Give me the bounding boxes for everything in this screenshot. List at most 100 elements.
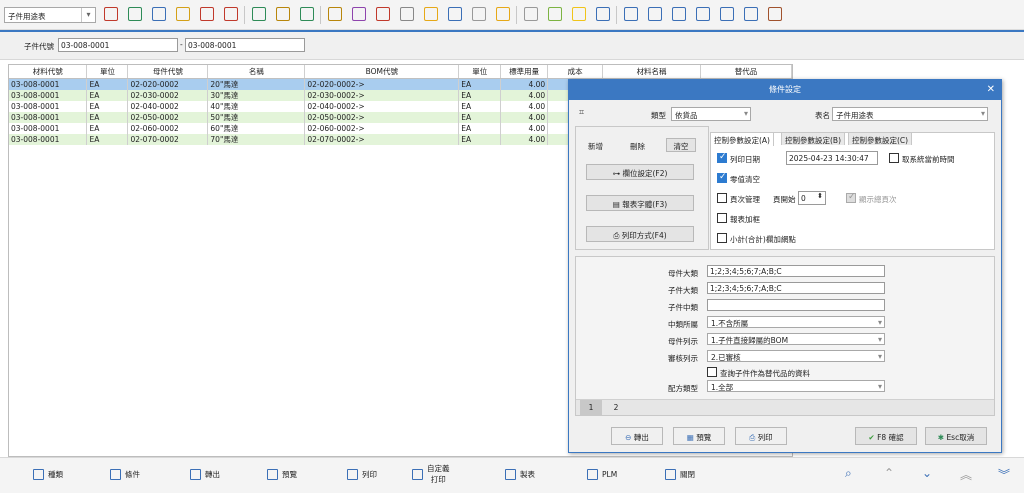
table-name-select[interactable]: 子件用途表 ▾ [832,107,988,121]
child-code-to-input[interactable]: 03-008-0001 [185,38,305,52]
users-icon[interactable] [352,7,366,21]
column-settings-button[interactable]: ⊶ 欄位設定(F2) [586,164,694,180]
column-header[interactable]: 材料代號 [9,65,88,79]
refresh-icon[interactable] [672,7,686,21]
page-manage-checkbox[interactable] [717,193,727,203]
column-header[interactable]: 名稱 [207,65,306,79]
options-tab-panel: 控制參數設定(A) 控制參數設定(B) 控制參數設定(C) 列印日期 2025-… [710,132,995,250]
window-icon[interactable] [696,7,710,21]
double-chevron-down-icon[interactable]: ︾ [998,466,1010,483]
action-category-button[interactable]: 種類 [33,469,63,480]
print-preview-icon[interactable] [104,7,118,21]
column-header[interactable]: 替代品 [700,65,792,79]
parent-major-input[interactable]: 1;2;3;4;5;6;7;A;B;C [707,265,885,277]
parent-list-select[interactable]: 1.子件直接歸屬的BOM ▾ [707,333,885,345]
folder-icon[interactable] [496,7,510,21]
money-bag-icon[interactable] [276,7,290,21]
formula-type-select[interactable]: 1.全部 ▾ [707,380,885,392]
monitor-icon[interactable] [648,7,662,21]
export-button[interactable]: ⊖ 轉出 [611,427,663,445]
action-export-button[interactable]: 轉出 [190,469,220,480]
exit-icon[interactable] [768,7,782,21]
print-date-input[interactable]: 2025-04-23 14:30:47 [786,151,878,165]
zero-clear-checkbox[interactable] [717,172,727,183]
print-date-checkbox[interactable] [717,152,727,163]
phone-icon[interactable] [128,7,142,21]
calculator-icon[interactable] [472,7,486,21]
table-cell: 4.00 [500,89,549,101]
tab-control-a[interactable]: 控制參數設定(A) [710,132,774,146]
search-icon[interactable]: ⌕ [845,466,852,481]
query-sub-checkbox[interactable] [707,367,717,377]
chevron-up-icon[interactable]: ⌃ [884,466,894,480]
dollar-icon[interactable] [252,7,266,21]
picture-icon[interactable] [744,7,758,21]
audit-list-value: 2.已審核 [711,353,741,362]
print-button[interactable]: ⎙ 列印 [735,427,787,445]
table-cell: EA [458,133,502,145]
subtotal-grid-checkbox[interactable] [717,233,727,243]
action-plm-button[interactable]: PLM [587,469,617,480]
child-mid-input[interactable] [707,299,885,311]
clipboard-icon[interactable] [328,7,342,21]
tab-control-b[interactable]: 控制參數設定(B) [781,132,845,145]
action-tabulate-button[interactable]: 製表 [505,469,535,480]
child-code-from-input[interactable]: 03-008-0001 [58,38,178,52]
ok-icon[interactable] [548,7,562,21]
column-header[interactable]: BOM代號 [304,65,460,79]
action-tabulate-label: 製表 [520,470,535,479]
lock-icon[interactable] [176,7,190,21]
column-header[interactable]: 母件代號 [127,65,209,79]
link-icon[interactable] [376,7,390,21]
cart-icon[interactable] [300,7,314,21]
print-mode-button[interactable]: ⎙ 列印方式(F4) [586,226,694,242]
mail-icon[interactable] [424,7,438,21]
computer-icon[interactable] [152,7,166,21]
action-print-button[interactable]: 列印 [347,469,377,480]
system-time-checkbox[interactable] [889,153,899,163]
home-icon[interactable] [224,7,238,21]
tab-control-c[interactable]: 控制參數設定(C) [848,132,913,145]
close-window-icon[interactable] [720,7,734,21]
show-total-pages-checkbox [846,192,856,203]
table-name-label: 表名 [815,111,830,120]
close-icon[interactable]: ✕ [987,80,995,100]
action-plm-label: PLM [602,470,618,479]
column-header[interactable]: 材料名稱 [602,65,702,79]
search-icon[interactable] [596,7,610,21]
confirm-button[interactable]: ✔ F8 確認 [855,427,917,445]
double-chevron-up-icon[interactable]: ︽ [960,466,972,483]
chevron-down-icon[interactable]: ⌄ [922,466,932,480]
delete-button[interactable]: 刪除 [630,141,645,152]
bell-icon[interactable] [572,7,586,21]
report-font-button[interactable]: ▤ 報表字體(F3) [586,195,694,211]
cancel-button[interactable]: ✱ Esc取消 [925,427,987,445]
org-chart-icon[interactable] [624,7,638,21]
briefcase-icon[interactable] [200,7,214,21]
preview-button[interactable]: ▦ 預覽 [673,427,725,445]
page-tab-2[interactable]: 2 [606,400,626,415]
column-header[interactable]: 成本 [547,65,604,79]
type-select[interactable]: 依貨品 ▾ [671,107,751,121]
preview-icon [267,469,278,480]
child-major-input[interactable]: 1;2;3;4;5;6;7;A;B;C [707,282,885,294]
column-header[interactable]: 單位 [86,65,129,79]
clear-button[interactable]: 清空 [666,138,696,152]
action-preview-button[interactable]: 預覽 [267,469,297,480]
add-button[interactable]: 新增 [588,141,603,152]
info-icon[interactable] [448,7,462,21]
help-icon[interactable] [400,7,414,21]
action-condition-button[interactable]: 條件 [110,469,140,480]
action-close-button[interactable]: 關閉 [665,469,695,480]
page-tab-1[interactable]: 1 [580,400,602,415]
action-custom-print-button[interactable]: 自定義 打印 [412,463,450,485]
report-frame-checkbox[interactable] [717,213,727,223]
column-header[interactable]: 單位 [458,65,502,79]
audit-list-select[interactable]: 2.已審核 ▾ [707,350,885,362]
report-select[interactable]: 子件用途表 ▾ [4,7,96,23]
notes-icon[interactable] [524,7,538,21]
column-header[interactable]: 標準用量 [500,65,549,79]
mid-belong-select[interactable]: 1.不含所屬 ▾ [707,316,885,328]
table-cell: 03-008-0001 [9,111,88,123]
page-start-stepper[interactable]: 0 ⬍ [798,191,826,205]
